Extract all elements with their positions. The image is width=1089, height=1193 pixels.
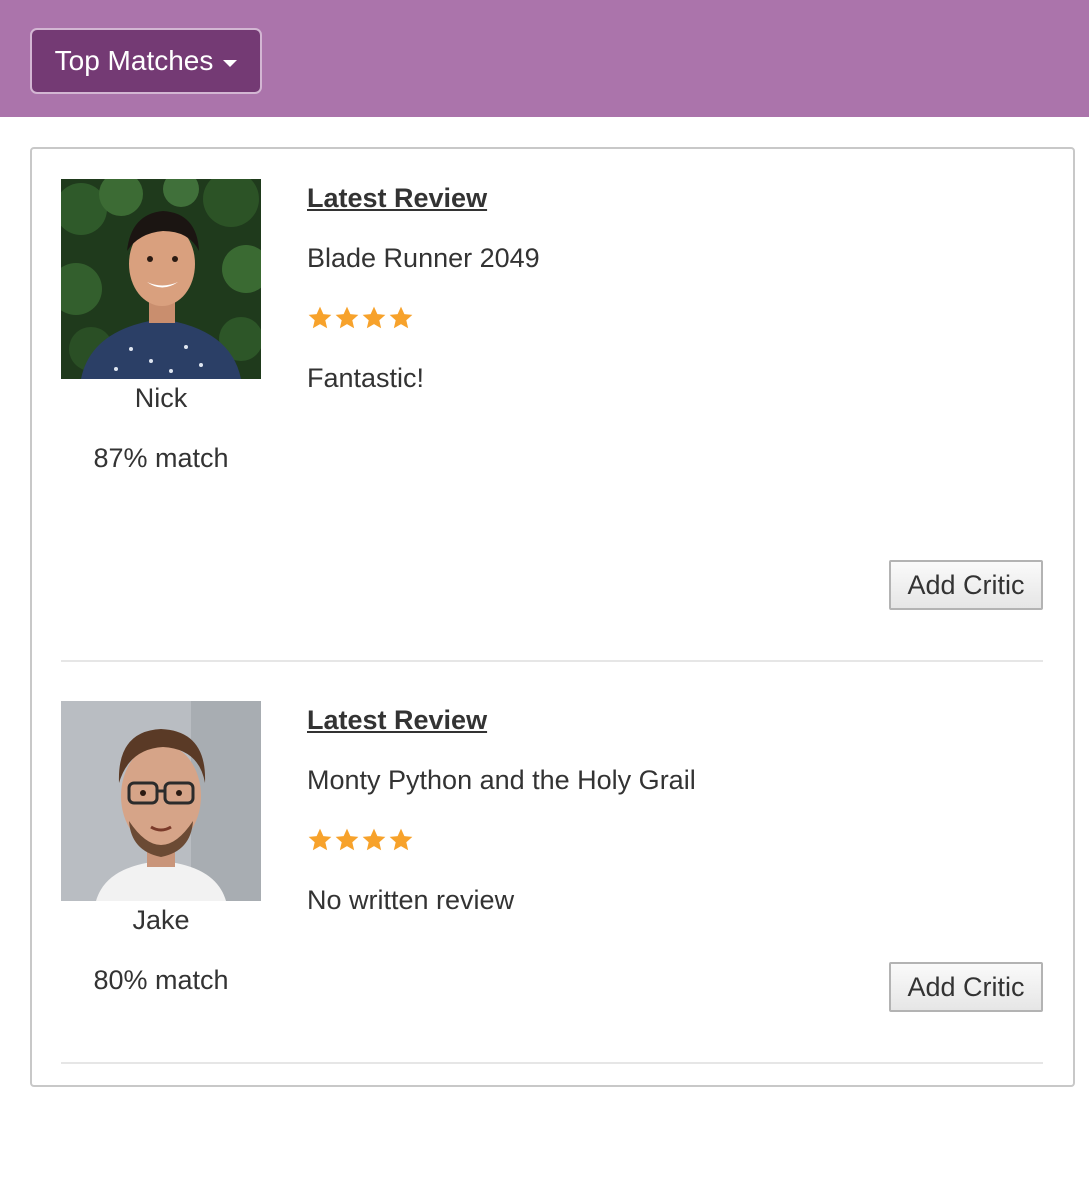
star-rating — [307, 827, 414, 853]
caret-down-icon — [223, 59, 238, 67]
movie-title: Monty Python and the Holy Grail — [307, 765, 696, 795]
critic-list-panel: Nick 87% match Latest Review Blade Runne… — [30, 147, 1075, 1087]
star-icon — [362, 828, 386, 851]
top-matches-dropdown[interactable]: Top Matches — [30, 28, 262, 94]
latest-review-heading: Latest Review — [307, 705, 488, 735]
critic-card: Nick 87% match Latest Review Blade Runne… — [32, 149, 1073, 671]
add-critic-button[interactable]: Add Critic — [889, 560, 1043, 610]
card-divider — [61, 1062, 1043, 1064]
star-rating — [307, 305, 414, 331]
movie-title: Blade Runner 2049 — [307, 243, 540, 273]
add-critic-button[interactable]: Add Critic — [889, 962, 1043, 1012]
critic-name: Jake — [132, 905, 190, 935]
star-icon — [389, 828, 413, 851]
latest-review-heading: Latest Review — [307, 183, 488, 213]
critic-card: Jake 80% match Latest Review Monty Pytho… — [32, 671, 1073, 1193]
card-divider — [61, 660, 1043, 662]
top-navigation-bar: Top Matches — [0, 0, 1089, 117]
star-icon — [335, 828, 359, 851]
star-icon — [362, 306, 386, 329]
match-percentage: 87% match — [93, 443, 229, 473]
star-icon — [308, 306, 332, 329]
star-icon — [335, 306, 359, 329]
critic-name: Nick — [134, 383, 188, 413]
critic-avatar-photo — [61, 701, 261, 901]
review-text: No written review — [307, 885, 515, 915]
star-icon — [389, 306, 413, 329]
review-text: Fantastic! — [307, 363, 425, 393]
dropdown-label: Top Matches — [54, 45, 214, 76]
star-icon — [308, 828, 332, 851]
critic-avatar-photo — [61, 179, 261, 379]
match-percentage: 80% match — [93, 965, 229, 995]
